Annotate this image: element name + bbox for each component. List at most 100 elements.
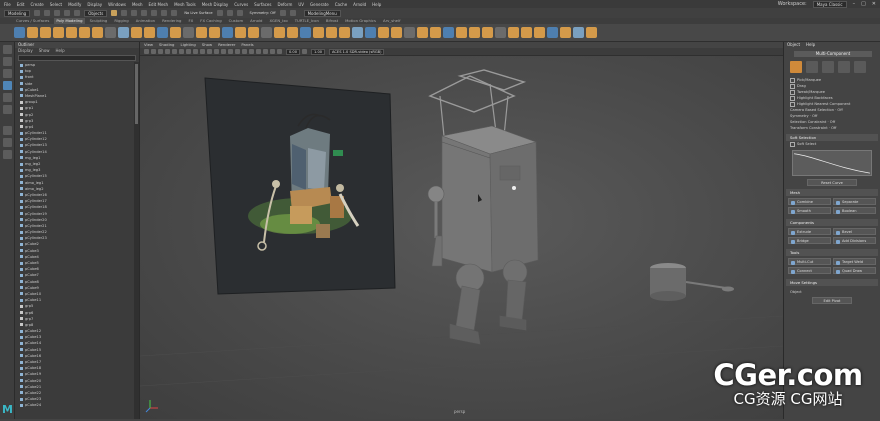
menu-file[interactable]: File [4,2,11,7]
open-scene-icon[interactable] [44,10,51,16]
extrude-icon[interactable] [196,27,207,38]
outliner-menu-help[interactable]: Help [56,48,65,54]
resolution-gate-icon[interactable] [186,49,191,54]
move-settings-header[interactable]: Move Settings [786,279,878,286]
scale-tool-icon[interactable] [2,105,12,114]
four-view-icon[interactable] [2,138,12,147]
delete-history-icon[interactable] [404,27,415,38]
lasso-tool-icon[interactable] [2,57,12,66]
image-plane-icon[interactable] [165,49,170,54]
disc-icon[interactable] [92,27,103,38]
menu-display[interactable]: Display [87,2,102,7]
snap-surface-icon[interactable] [171,10,178,16]
outliner-row[interactable]: pCube24 [15,402,133,408]
merge-icon[interactable] [352,27,363,38]
live-surface-label[interactable]: No Live Surface [184,11,212,15]
workspace-dropdown[interactable]: Maya Classic [812,0,847,8]
safe-action-icon[interactable] [207,49,212,54]
smooth-icon[interactable] [157,27,168,38]
bookmark-icon[interactable] [158,49,163,54]
field-chart-icon[interactable] [200,49,205,54]
collapse-icon[interactable] [339,27,350,38]
falloff-curve-graph[interactable] [792,150,872,176]
ipr-icon[interactable] [236,10,243,16]
component-add-divisions-button[interactable]: Add Divisions [833,237,876,244]
redo-icon[interactable] [74,10,81,16]
menuset-dropdown[interactable]: Modeling [4,9,31,17]
combine-icon[interactable] [131,27,142,38]
select-component-icon[interactable] [131,10,138,16]
retopo-icon[interactable] [547,27,558,38]
panel-menu-dropdown[interactable]: ModelingMenu [303,9,341,17]
edge-mode-icon[interactable] [822,61,834,73]
history-icon[interactable] [216,10,223,16]
mesh-combine-button[interactable]: Combine [788,198,831,205]
menu-create[interactable]: Create [30,2,43,7]
crease-icon[interactable] [586,27,597,38]
uv-mode-icon[interactable] [854,61,866,73]
offset-loop-icon[interactable] [326,27,337,38]
auto-uv-icon[interactable] [391,27,402,38]
multi-cut-icon[interactable] [261,27,272,38]
target-weld-icon[interactable] [274,27,285,38]
move-object-row[interactable]: Object [784,289,880,295]
quadrangulate-icon[interactable] [508,27,519,38]
snap-point-icon[interactable] [161,10,168,16]
menu-surfaces[interactable]: Surfaces [254,2,271,7]
gamma-field[interactable]: 1.00 [311,48,326,55]
append-icon[interactable] [235,27,246,38]
bridge-icon[interactable] [209,27,220,38]
hard-normals-icon[interactable] [456,27,467,38]
wireframe-icon[interactable] [214,49,219,54]
undo-icon[interactable] [64,10,71,16]
camera-icon[interactable] [279,10,286,16]
cylinder-icon[interactable] [40,27,51,38]
transform-constraint-setting[interactable]: Transform Constraint · Off [784,125,880,131]
outliner-menu-display[interactable]: Display [18,48,33,54]
menu-cache[interactable]: Cache [335,2,347,7]
tab-help[interactable]: Help [806,42,815,48]
mesh-boolean-button[interactable]: Boolean [833,207,876,214]
reset-curve-button[interactable]: Reset Curve [807,179,857,186]
face-mode-icon[interactable] [838,61,850,73]
uv-editor-icon[interactable] [365,27,376,38]
menu-mesh[interactable]: Mesh [132,2,143,7]
render-settings-icon[interactable] [289,10,296,16]
select-mode-dropdown[interactable]: Objects [84,9,108,17]
cone-icon[interactable] [53,27,64,38]
soft-selection-header[interactable]: Soft Selection [786,134,878,141]
ambient-occlusion-icon[interactable] [256,49,261,54]
outliner-menu-show[interactable]: Show [39,48,50,54]
reverse-icon[interactable] [469,27,480,38]
wireframe-on-shaded-icon[interactable] [228,49,233,54]
menu-arnold[interactable]: Arnold [353,2,366,7]
menu-mesh-tools[interactable]: Mesh Tools [174,2,196,7]
menu-mesh-display[interactable]: Mesh Display [202,2,229,7]
mesh-smooth-button[interactable]: Smooth [788,207,831,214]
sphere-icon[interactable] [14,27,25,38]
component-bridge-button[interactable]: Bridge [788,237,831,244]
single-view-icon[interactable] [2,126,12,135]
tool-multi-cut-button[interactable]: Multi-Cut [788,258,831,265]
menu-generate[interactable]: Generate [310,2,329,7]
snap-curve-icon[interactable] [151,10,158,16]
separate-icon[interactable] [144,27,155,38]
close-icon[interactable]: ✕ [872,1,876,7]
edit-pivot-button[interactable]: Edit Pivot [812,297,852,304]
camera-attributes-icon[interactable] [151,49,156,54]
textured-icon[interactable] [235,49,240,54]
tool-quad-draw-button[interactable]: Quad Draw [833,267,876,274]
xray-icon[interactable] [277,49,282,54]
viewport-scene[interactable]: persp [139,56,784,419]
menu-uv[interactable]: UV [298,2,304,7]
tools-header[interactable]: Tools [786,249,878,256]
sculpt-icon[interactable] [573,27,584,38]
bevel-icon[interactable] [222,27,233,38]
lights-icon[interactable] [242,49,247,54]
outliner-search-input[interactable] [18,55,136,61]
cleanup-icon[interactable] [521,27,532,38]
mesh-header[interactable]: Mesh [786,189,878,196]
super-shape-icon[interactable] [118,27,129,38]
colorspace-dropdown[interactable]: ACES 1.0 SDR-video (sRGB) [329,48,385,55]
menu-help[interactable]: Help [372,2,381,7]
